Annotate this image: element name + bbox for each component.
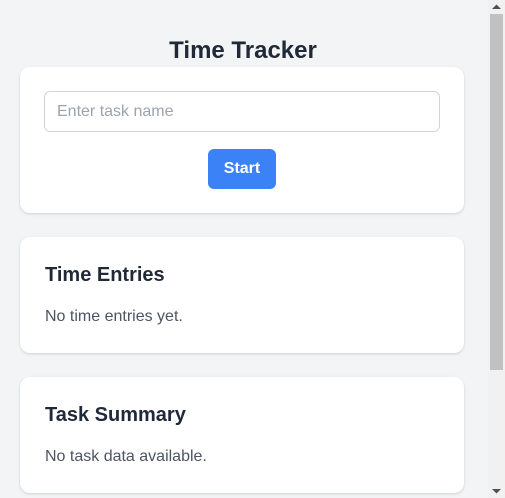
chevron-up-icon[interactable] xyxy=(488,0,505,14)
task-name-input[interactable] xyxy=(44,91,440,132)
start-button[interactable]: Start xyxy=(208,149,276,189)
viewport: Time Tracker Start Time Entries No time … xyxy=(0,0,505,498)
task-summary-empty-message: No task data available. xyxy=(45,448,207,465)
task-summary-heading: Task Summary xyxy=(45,404,186,426)
time-entries-card: Time Entries No time entries yet. xyxy=(20,237,464,353)
page-content: Time Tracker Start Time Entries No time … xyxy=(0,0,488,498)
scrollbar-thumb[interactable] xyxy=(490,14,503,370)
time-entries-heading: Time Entries xyxy=(45,264,165,286)
time-entries-empty-message: No time entries yet. xyxy=(45,308,183,325)
vertical-scrollbar[interactable] xyxy=(488,0,505,498)
page-title: Time Tracker xyxy=(169,37,317,65)
chevron-down-icon[interactable] xyxy=(488,484,505,498)
timer-card: Start xyxy=(20,67,464,213)
task-summary-card: Task Summary No task data available. xyxy=(20,377,464,493)
